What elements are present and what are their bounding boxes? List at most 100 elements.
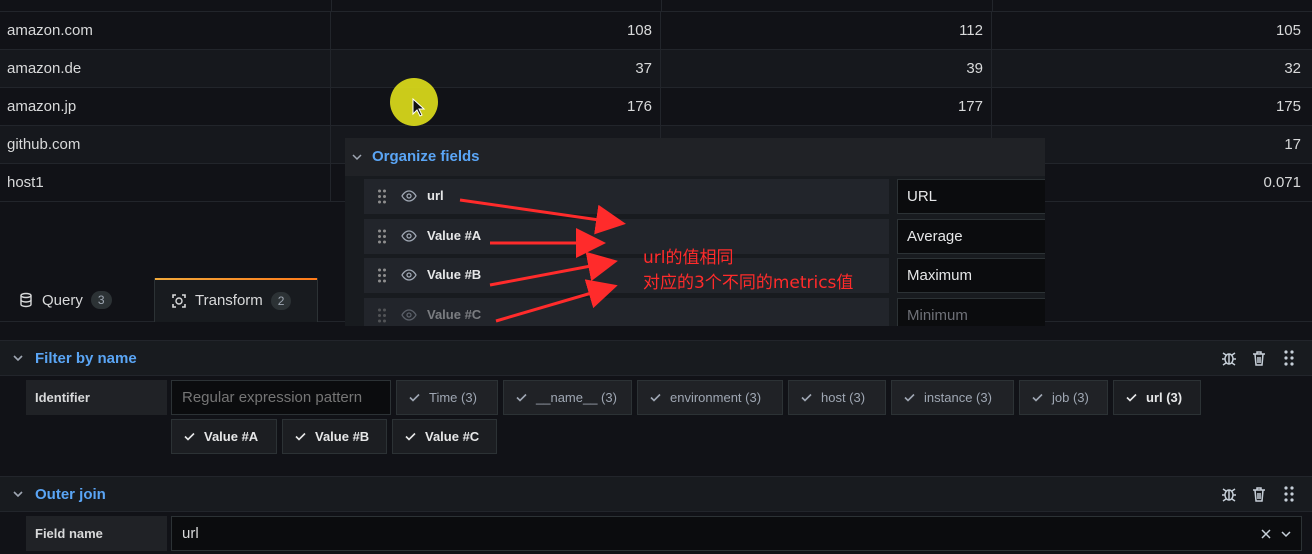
drag-handle-icon[interactable] [1280, 349, 1298, 367]
check-icon [295, 432, 306, 441]
filter-chip-time[interactable]: Time (3) [396, 380, 498, 415]
chip-label: Value #C [425, 429, 480, 444]
rename-input-value-b[interactable]: Maximum [897, 258, 1045, 293]
organize-fields-header[interactable]: Organize fields [345, 138, 1045, 176]
organize-field-row-url[interactable]: url [364, 179, 889, 214]
chip-label: instance (3) [924, 390, 992, 405]
annotation-line-1: url的值相同 [643, 248, 734, 268]
filter-chip-value-b[interactable]: Value #B [282, 419, 387, 454]
mouse-cursor-icon [412, 98, 426, 117]
cell-average: 176 [331, 88, 661, 126]
chevron-down-icon[interactable] [12, 488, 24, 500]
filter-chip-host[interactable]: host (3) [788, 380, 886, 415]
chevron-down-icon[interactable] [1281, 530, 1291, 538]
cell-minimum: 32 [1284, 60, 1301, 77]
filter-chip-url[interactable]: url (3) [1113, 380, 1201, 415]
chip-label: Value #B [315, 429, 370, 444]
database-icon [20, 292, 32, 308]
chip-label: host (3) [821, 390, 866, 405]
rename-input-value-a[interactable]: Average [897, 219, 1045, 254]
filter-chip-value-a[interactable]: Value #A [171, 419, 277, 454]
chevron-down-icon[interactable] [352, 152, 362, 162]
cell-url: amazon.jp [0, 88, 331, 126]
field-name: Value #B [427, 267, 482, 282]
cell-url: host1 [0, 164, 331, 202]
cell-url: github.com [0, 126, 331, 164]
cell-average: 37 [331, 50, 661, 88]
table-header-strip [0, 0, 1312, 12]
chip-label: Time (3) [429, 390, 477, 405]
cell-average: 108 [331, 12, 661, 50]
field-name: url [427, 188, 444, 203]
chip-label: job (3) [1052, 390, 1089, 405]
trash-icon[interactable] [1250, 485, 1268, 503]
chip-label: url (3) [1146, 390, 1183, 405]
organize-fields-title: Organize fields [372, 148, 480, 165]
check-icon [904, 393, 915, 402]
cell-url: amazon.de [0, 50, 331, 88]
cell-minimum: 175 [1275, 98, 1301, 115]
eye-icon[interactable] [401, 230, 417, 242]
annotation-line-2: 对应的3个不同的metrics值 [643, 273, 854, 293]
outer-join-title: Outer join [35, 486, 106, 503]
drag-handle-icon[interactable] [377, 189, 387, 204]
transform-icon [172, 293, 186, 308]
tab-query[interactable]: Query 3 [2, 278, 128, 322]
check-icon [516, 393, 527, 402]
check-icon [405, 432, 416, 441]
cell-url: amazon.com [0, 12, 331, 50]
drag-handle-icon[interactable] [1280, 485, 1298, 503]
check-icon [650, 393, 661, 402]
tab-transform-label: Transform [195, 292, 263, 309]
field-name-select[interactable]: url [171, 516, 1302, 551]
check-icon [1032, 393, 1043, 402]
regex-pattern-input[interactable] [171, 380, 391, 415]
organize-field-row-value-a[interactable]: Value #A [364, 219, 889, 254]
field-name: Value #A [427, 228, 482, 243]
check-icon [1126, 393, 1137, 402]
table-row[interactable]: amazon.de 37 39 32 [0, 50, 1312, 88]
identifier-label: Identifier [26, 380, 167, 415]
eye-icon[interactable] [401, 269, 417, 281]
rename-input-url[interactable]: URL [897, 179, 1045, 214]
rename-input-value-c[interactable]: Minimum [897, 298, 1045, 326]
chip-label: Value #A [204, 429, 259, 444]
check-icon [801, 393, 812, 402]
table-row[interactable]: amazon.jp 176 177 175 [0, 88, 1312, 126]
tab-transform-count: 2 [270, 291, 292, 310]
drag-handle-icon[interactable] [377, 308, 387, 323]
debug-icon[interactable] [1220, 485, 1238, 503]
tab-transform[interactable]: Transform 2 [154, 278, 318, 322]
trash-icon[interactable] [1250, 349, 1268, 367]
organize-fields-panel: Organize fields url URL Value #A Average… [345, 138, 1045, 326]
debug-icon[interactable] [1220, 349, 1238, 367]
cell-minimum: 105 [1275, 22, 1301, 39]
cell-maximum: 112 [661, 12, 992, 50]
chevron-down-icon[interactable] [12, 352, 24, 364]
filter-chip-environment[interactable]: environment (3) [637, 380, 783, 415]
filter-by-name-header[interactable]: Filter by name [0, 340, 1312, 376]
filter-chip-name[interactable]: __name__ (3) [503, 380, 632, 415]
eye-icon[interactable] [401, 190, 417, 202]
cell-maximum: 39 [661, 50, 992, 88]
outer-join-header[interactable]: Outer join [0, 476, 1312, 512]
filter-chip-instance[interactable]: instance (3) [891, 380, 1014, 415]
field-name: Value #C [427, 307, 482, 322]
filter-chip-job[interactable]: job (3) [1019, 380, 1108, 415]
table-row[interactable]: amazon.com 108 112 105 [0, 12, 1312, 50]
filter-by-name-title: Filter by name [35, 350, 137, 367]
tab-query-label: Query [42, 291, 83, 309]
field-name-value: url [182, 525, 199, 542]
filter-chip-value-c[interactable]: Value #C [392, 419, 497, 454]
chip-label: __name__ (3) [536, 390, 617, 405]
cell-maximum: 177 [661, 88, 992, 126]
eye-icon[interactable] [401, 309, 417, 321]
drag-handle-icon[interactable] [377, 229, 387, 244]
organize-field-row-value-c[interactable]: Value #C [364, 298, 889, 326]
clear-icon[interactable] [1261, 529, 1271, 539]
chip-label: environment (3) [670, 390, 762, 405]
field-name-label: Field name [26, 516, 167, 551]
drag-handle-icon[interactable] [377, 268, 387, 283]
check-icon [409, 393, 420, 402]
tab-query-count: 3 [90, 291, 112, 309]
